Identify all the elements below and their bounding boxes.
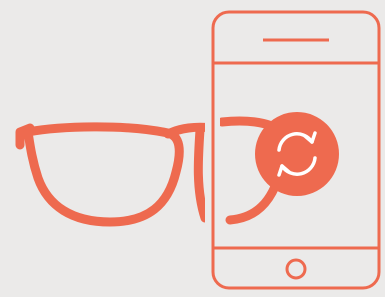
illustration-canvas	[0, 0, 385, 297]
sync-badge-circle	[255, 112, 339, 196]
sync-badge	[255, 112, 339, 196]
illustration	[0, 0, 385, 297]
